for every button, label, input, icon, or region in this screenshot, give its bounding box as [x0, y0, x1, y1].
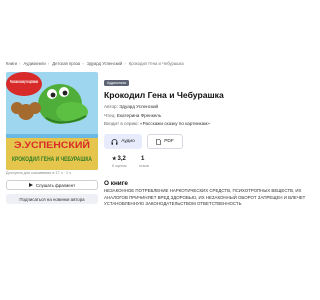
reader-label: Чтец:	[104, 113, 116, 118]
listen-fragment-label: Слушать фрагмент	[35, 182, 76, 188]
breadcrumb-item-author[interactable]: Эдуард Успенский	[87, 61, 123, 66]
author-link[interactable]: Эдуард Успенский	[119, 104, 158, 109]
cover-banner-text: Расскажи сказку по картинкам	[10, 79, 38, 84]
document-icon	[156, 138, 161, 145]
breadcrumb: Книги › Аудиокниги › Детская проза › Эдуард…	[6, 61, 184, 66]
play-icon	[28, 183, 33, 187]
format-audio-label: Аудио	[121, 139, 135, 144]
breadcrumb-item-audiobooks[interactable]: Аудиокниги	[24, 61, 46, 66]
cover-title-text: КРОКОДИЛ ГЕНА И ЧЕБУРАШКА	[12, 157, 93, 163]
format-tab-pdf[interactable]: PDF	[147, 134, 183, 149]
breadcrumb-separator: ›	[82, 61, 84, 66]
about-text: НЕЗАКОННОЕ ПОТРЕБЛЕНИЕ НАРКОТИЧЕСКИХ СРЕ…	[104, 188, 306, 207]
author-row: Автор: Эдуард Успенский	[104, 104, 158, 109]
rating-number: 3,2	[117, 156, 126, 162]
author-label: Автор:	[104, 104, 118, 109]
breadcrumb-separator: ›	[124, 61, 126, 66]
breadcrumb-item-kids-prose[interactable]: Детская проза	[52, 61, 80, 66]
format-pdf-label: PDF	[164, 139, 174, 144]
breadcrumb-item-books[interactable]: Книги	[6, 61, 17, 66]
star-icon: ★	[112, 156, 117, 162]
rating-caption: 6 оценок	[112, 164, 127, 168]
listen-fragment-button[interactable]: Слушать фрагмент	[6, 180, 98, 190]
headphones-icon	[111, 138, 118, 145]
subscribe-author-label: Подписаться на новинки автора	[19, 196, 85, 202]
breadcrumb-separator: ›	[18, 61, 21, 66]
reader-link[interactable]: Екатерина Френкель	[117, 113, 161, 118]
reviews-count[interactable]: 1	[141, 156, 144, 162]
series-link[interactable]: «Расскажи сказку по картинкам»	[140, 121, 210, 126]
reviews-caption: отзыв	[139, 164, 149, 168]
page-title: Крокодил Гена и Чебурашка	[104, 90, 224, 100]
cover-illustration: Расскажи сказку по картинкам Э.УСПЕНСКИЙ…	[6, 72, 98, 170]
subscribe-author-button[interactable]: Подписаться на новинки автора	[6, 194, 98, 204]
download-note: Доступна для скачивания в 17 ч · 1 ч	[6, 171, 72, 175]
breadcrumb-separator: ›	[47, 61, 50, 66]
rating-value: ★3,2	[112, 156, 126, 162]
series-label: Входит в серию:	[104, 121, 139, 126]
book-cover[interactable]: Расскажи сказку по картинкам Э.УСПЕНСКИЙ…	[6, 72, 98, 170]
breadcrumb-current: Крокодил Гена и Чебурашка	[128, 61, 184, 66]
type-badge: Аудиокнига	[104, 80, 129, 86]
cover-author-text: Э.УСПЕНСКИЙ	[14, 139, 90, 151]
about-heading: О книге	[104, 180, 128, 187]
reader-row: Чтец: Екатерина Френкель	[104, 113, 161, 118]
format-tab-audio[interactable]: Аудио	[104, 134, 142, 149]
series-row: Входит в серию: «Расскажи сказку по карт…	[104, 121, 210, 126]
